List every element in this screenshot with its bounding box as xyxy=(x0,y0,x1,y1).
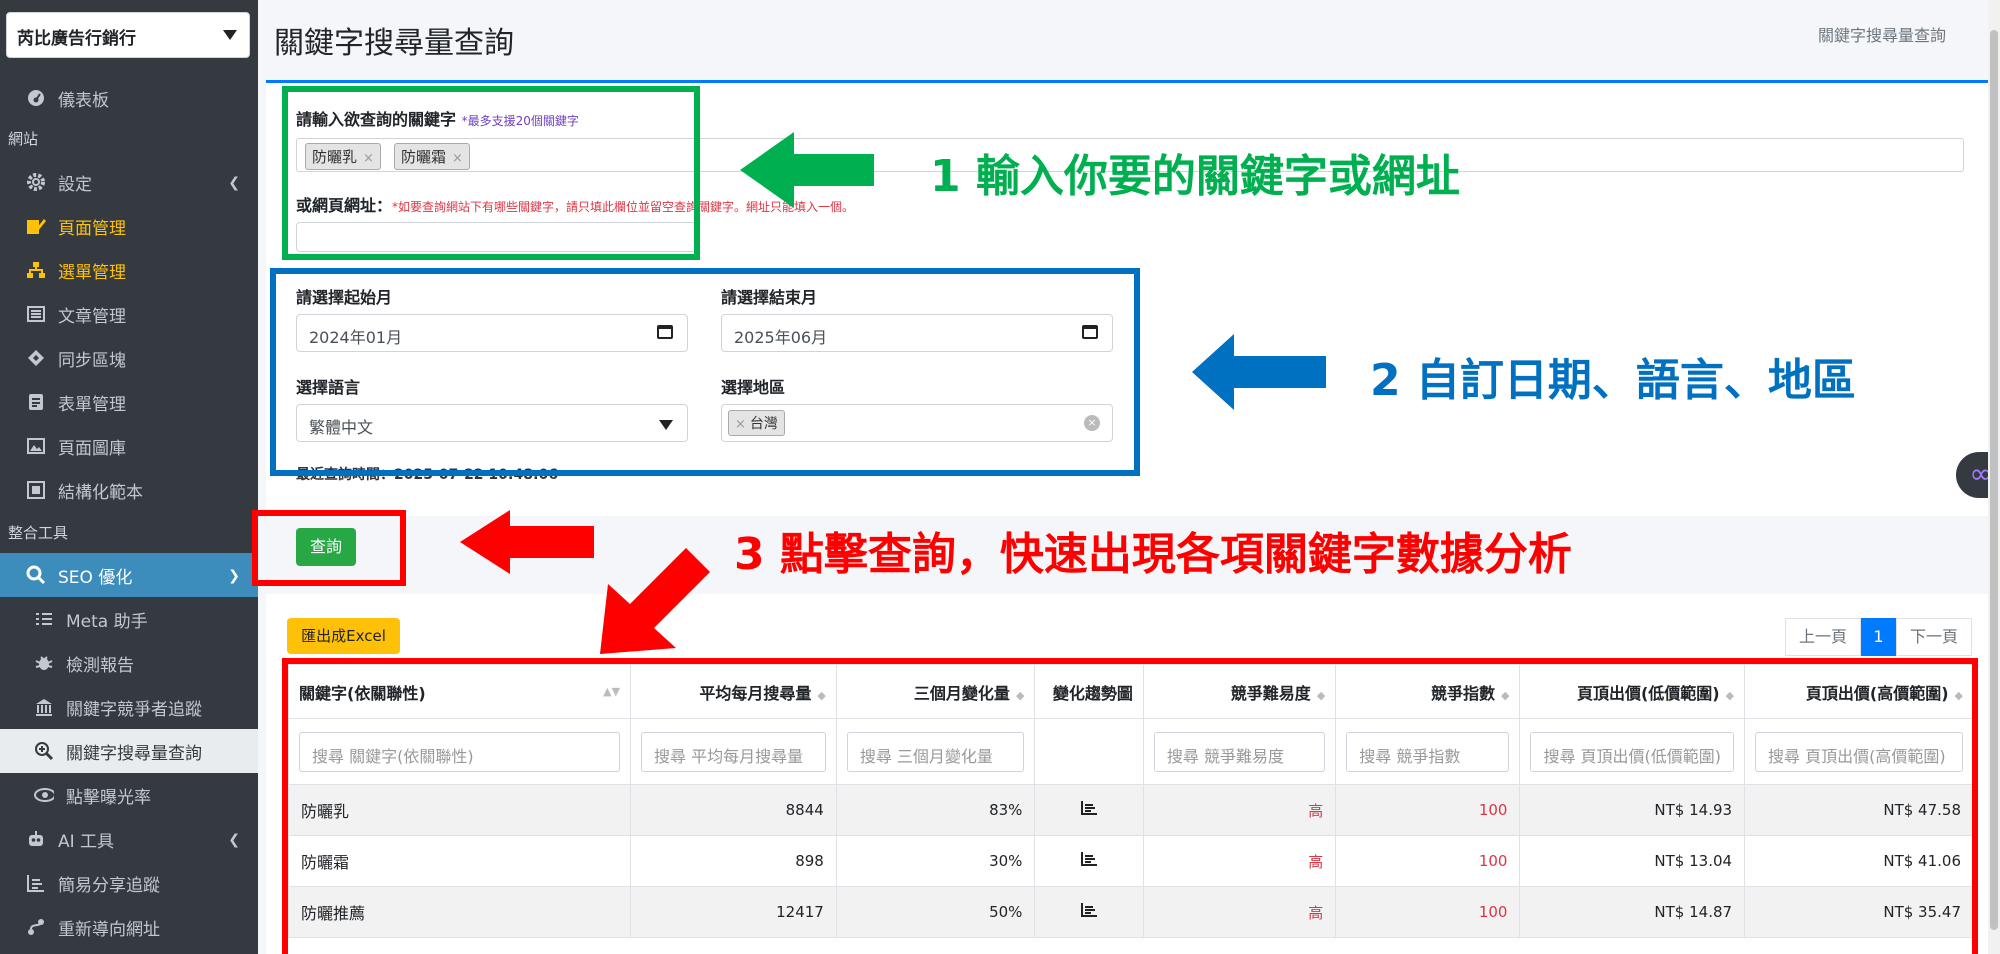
sidebar-item-label: 關鍵字競爭者追蹤 xyxy=(66,699,202,720)
list-icon xyxy=(34,609,54,629)
sidebar-item-keyword-volume[interactable]: 關鍵字搜尋量查詢 xyxy=(0,729,258,773)
dashboard-icon xyxy=(26,88,46,108)
nav-header-website: 網站 xyxy=(8,130,39,148)
eye-icon xyxy=(34,785,54,805)
route-icon xyxy=(26,917,46,937)
image-icon xyxy=(26,436,46,456)
arrow-down-left-icon xyxy=(600,548,710,654)
sidebar-item-report[interactable]: 檢測報告 xyxy=(0,641,258,685)
site-selector-label: 芮比廣告行銷行 xyxy=(17,29,136,49)
list-icon xyxy=(26,304,46,324)
sidebar-item-label: SEO 優化 xyxy=(58,567,133,588)
sidebar-item-ai[interactable]: AI 工具 ❮ xyxy=(0,817,258,861)
caret-down-icon xyxy=(223,30,237,40)
sidebar-item-label: AI 工具 xyxy=(58,831,115,852)
sidebar-item-label: 關鍵字搜尋量查詢 xyxy=(66,743,202,764)
annotation-box-step1 xyxy=(282,86,700,260)
arrow-left-icon xyxy=(460,510,594,574)
sidebar: 芮比廣告行銷行 儀表板 網站 設定 ❮ 頁面管理 選單管理 文章管理 同步區塊 … xyxy=(0,0,258,954)
sidebar-item-label: 頁面圖庫 xyxy=(58,438,126,459)
sidebar-item-sync-blocks[interactable]: 同步區塊 xyxy=(0,336,258,380)
sidebar-item-label: 結構化範本 xyxy=(58,482,143,503)
sidebar-item-competitor[interactable]: 關鍵字競爭者追蹤 xyxy=(0,685,258,729)
gear-icon xyxy=(26,172,46,192)
sidebar-item-label: 選單管理 xyxy=(58,262,126,283)
sidebar-item-schema[interactable]: 結構化範本 xyxy=(0,468,258,512)
nav-header-tools: 整合工具 xyxy=(8,524,69,542)
sitemap-icon xyxy=(26,260,46,280)
search-icon xyxy=(26,565,46,585)
sidebar-item-forms[interactable]: 表單管理 xyxy=(0,380,258,424)
sidebar-item-meta[interactable]: Meta 助手 xyxy=(0,597,258,641)
arrow-left-icon xyxy=(740,132,874,208)
bug-icon xyxy=(34,653,54,673)
form-icon xyxy=(26,392,46,412)
diamond-icon xyxy=(26,348,46,368)
pager-current[interactable]: 1 xyxy=(1861,618,1896,656)
chevron-down-icon: ❯ xyxy=(228,568,240,584)
sidebar-item-label: 文章管理 xyxy=(58,306,126,327)
sidebar-item-label: 檢測報告 xyxy=(66,655,134,676)
robot-icon xyxy=(26,829,46,849)
arrow-left-icon xyxy=(1192,334,1326,410)
export-excel-button[interactable]: 匯出成Excel xyxy=(287,618,400,654)
structure-icon xyxy=(26,480,46,500)
breadcrumb[interactable]: 關鍵字搜尋量查詢 xyxy=(1818,22,1946,46)
sidebar-item-label: 表單管理 xyxy=(58,394,126,415)
sidebar-item-redirect[interactable]: 重新導向網址 xyxy=(0,905,258,949)
sidebar-item-gallery[interactable]: 頁面圖庫 xyxy=(0,424,258,468)
sidebar-item-pages[interactable]: 頁面管理 xyxy=(0,204,258,248)
annotation-box-step3-table xyxy=(282,658,1978,954)
sidebar-item-seo[interactable]: SEO 優化 ❯ xyxy=(0,553,258,597)
sidebar-item-dashboard[interactable]: 儀表板 xyxy=(0,76,258,120)
scrollbar-thumb[interactable] xyxy=(1990,30,1998,930)
sidebar-item-label: Meta 助手 xyxy=(66,611,148,632)
scrollbar[interactable] xyxy=(1988,0,2000,954)
annotation-box-step3-button xyxy=(252,510,406,586)
sidebar-item-label: 設定 xyxy=(58,174,92,195)
sidebar-item-label: 點擊曝光率 xyxy=(66,787,151,808)
sidebar-item-label: 儀表板 xyxy=(58,90,109,111)
building-icon xyxy=(34,697,54,717)
sidebar-item-articles[interactable]: 文章管理 xyxy=(0,292,258,336)
sidebar-item-menus[interactable]: 選單管理 xyxy=(0,248,258,292)
chart-icon xyxy=(26,873,46,893)
sidebar-item-share[interactable]: 簡易分享追蹤 xyxy=(0,861,258,905)
page-title: 關鍵字搜尋量查詢 xyxy=(274,26,514,61)
sidebar-item-settings[interactable]: 設定 ❮ xyxy=(0,160,258,204)
annotation-step2: 2 自訂日期、語言、地區 xyxy=(1370,355,1856,406)
annotation-step1: 1 輸入你要的關鍵字或網址 xyxy=(930,151,1460,202)
sidebar-item-ctr[interactable]: 點擊曝光率 xyxy=(0,773,258,817)
chevron-left-icon: ❮ xyxy=(228,832,240,848)
pager-next[interactable]: 下一頁 xyxy=(1896,618,1972,656)
site-selector[interactable]: 芮比廣告行銷行 xyxy=(6,12,250,58)
annotation-step3: 3 點擊查詢，快速出現各項關鍵字數據分析 xyxy=(734,529,1572,580)
sidebar-item-label: 簡易分享追蹤 xyxy=(58,875,160,896)
pager-prev[interactable]: 上一頁 xyxy=(1785,618,1861,656)
sidebar-item-label: 重新導向網址 xyxy=(58,919,160,940)
sidebar-item-label: 同步區塊 xyxy=(58,350,126,371)
sidebar-item-label: 頁面管理 xyxy=(58,218,126,239)
chevron-left-icon: ❮ xyxy=(228,175,240,191)
zoom-icon xyxy=(34,741,54,761)
edit-icon xyxy=(26,216,46,236)
annotation-box-step2 xyxy=(270,268,1140,476)
